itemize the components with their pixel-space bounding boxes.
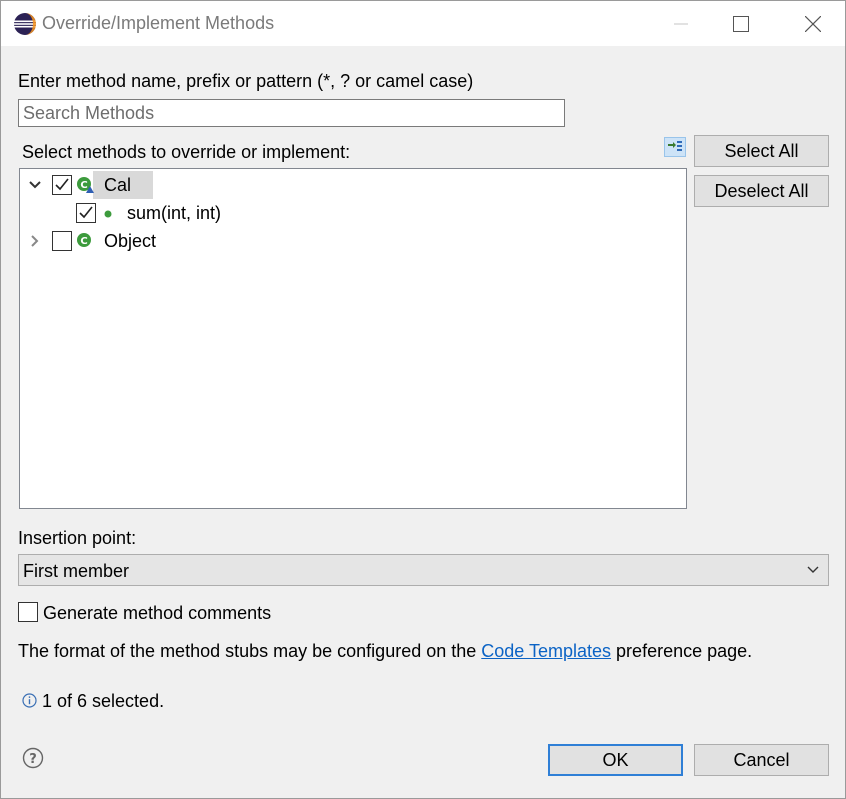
toggle-filter-icon[interactable] bbox=[664, 137, 686, 157]
methods-label: Select methods to override or implement: bbox=[22, 142, 351, 162]
check-icon bbox=[79, 206, 93, 219]
select-all-button[interactable]: Select All bbox=[694, 135, 829, 167]
templates-info-prefix: The format of the method stubs may be co… bbox=[18, 641, 477, 661]
filter-label: Enter method name, prefix or pattern (*,… bbox=[18, 71, 474, 91]
code-templates-link[interactable]: Code Templates bbox=[481, 641, 611, 661]
close-button[interactable] bbox=[783, 1, 843, 46]
insertion-point-select[interactable]: First member bbox=[18, 554, 829, 586]
chevron-down-icon[interactable] bbox=[27, 177, 43, 193]
override-implement-dialog: Override/Implement Methods Enter method … bbox=[0, 0, 846, 799]
svg-text:C: C bbox=[80, 180, 87, 191]
insertion-point-value: First member bbox=[23, 561, 130, 581]
selection-status: 1 of 6 selected. bbox=[42, 691, 165, 711]
templates-info-suffix: preference page. bbox=[616, 641, 753, 661]
svg-text:?: ? bbox=[29, 752, 37, 767]
methods-tree[interactable]: C Cal sum(int, int) C Object bbox=[19, 168, 687, 509]
help-icon[interactable]: ? bbox=[22, 747, 44, 769]
object-checkbox[interactable] bbox=[52, 231, 72, 251]
tree-item-label: sum(int, int) bbox=[127, 203, 222, 223]
search-methods-input[interactable] bbox=[18, 99, 565, 127]
minimize-icon bbox=[674, 23, 688, 24]
tree-item-cal[interactable]: C Cal bbox=[20, 171, 686, 199]
ok-button[interactable]: OK bbox=[548, 744, 683, 776]
templates-info-line: The format of the method stubs may be co… bbox=[18, 641, 752, 662]
minimize-button[interactable] bbox=[651, 1, 711, 46]
info-icon bbox=[22, 693, 37, 708]
eclipse-icon bbox=[14, 13, 36, 35]
close-icon bbox=[805, 15, 821, 32]
tree-item-object[interactable]: C Object bbox=[20, 227, 686, 255]
chevron-down-icon bbox=[807, 566, 819, 573]
generate-comments-label: Generate method comments bbox=[43, 603, 272, 623]
deselect-all-button[interactable]: Deselect All bbox=[694, 175, 829, 207]
maximize-button[interactable] bbox=[711, 1, 771, 46]
class-icon: C bbox=[77, 177, 94, 193]
window-title: Override/Implement Methods bbox=[42, 13, 275, 33]
public-method-icon bbox=[104, 210, 112, 218]
title-bar: Override/Implement Methods bbox=[1, 1, 845, 46]
chevron-right-icon[interactable] bbox=[27, 233, 43, 249]
tree-filter-icon bbox=[668, 141, 682, 151]
svg-text:C: C bbox=[80, 236, 87, 247]
tree-item-label: Cal bbox=[104, 175, 132, 195]
maximize-icon bbox=[733, 15, 749, 32]
cancel-button[interactable]: Cancel bbox=[694, 744, 829, 776]
cal-checkbox[interactable] bbox=[52, 175, 72, 195]
tree-item-label: Object bbox=[104, 231, 157, 251]
generate-comments-checkbox[interactable] bbox=[18, 602, 38, 622]
check-icon bbox=[55, 178, 69, 191]
tree-item-sum[interactable]: sum(int, int) bbox=[20, 199, 686, 227]
class-icon: C bbox=[77, 233, 91, 247]
sum-checkbox[interactable] bbox=[76, 203, 96, 223]
insertion-point-label: Insertion point: bbox=[18, 528, 137, 548]
